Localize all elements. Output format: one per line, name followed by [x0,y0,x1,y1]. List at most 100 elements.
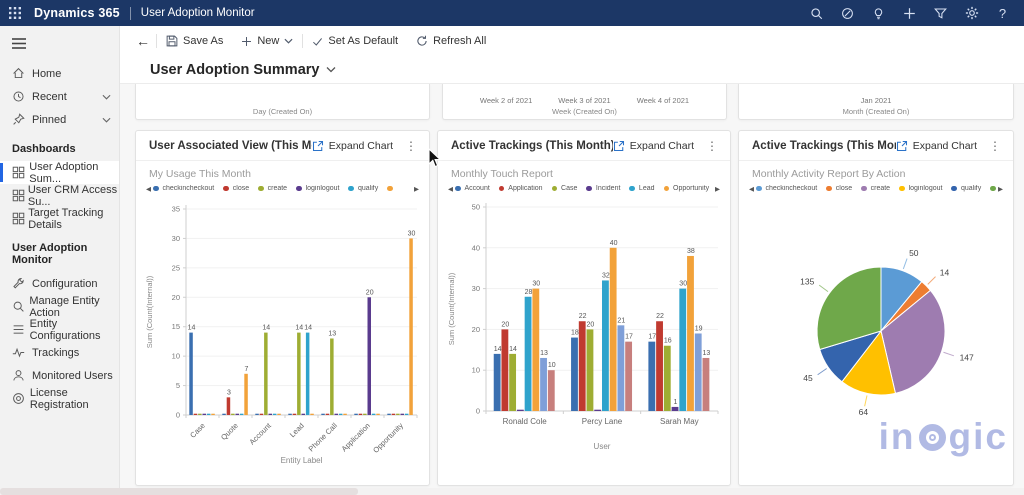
bar[interactable] [321,414,325,415]
bar[interactable] [207,414,211,415]
expand-chart-button[interactable]: Expand Chart [613,140,694,152]
legend-scroll-left-icon[interactable]: ◀ [747,185,756,193]
bar[interactable] [494,354,501,411]
bar[interactable] [672,407,679,411]
expand-chart-button[interactable]: Expand Chart [896,140,977,152]
filter-icon[interactable] [925,7,956,20]
bar[interactable] [260,414,264,415]
legend-scroll-left-icon[interactable]: ◀ [144,185,153,193]
bar[interactable] [203,414,207,415]
bar[interactable] [409,238,413,415]
bar[interactable] [255,414,258,415]
new-button[interactable]: New [232,26,302,56]
bar[interactable] [532,289,539,411]
bar[interactable] [401,414,405,415]
bar[interactable] [387,414,391,415]
bar[interactable] [679,289,686,411]
bar[interactable] [326,414,330,415]
chevron-down-icon[interactable] [102,91,111,103]
bar[interactable] [288,414,292,415]
save-as-button[interactable]: Save As [157,26,232,56]
bar[interactable] [571,338,578,411]
bar[interactable] [368,297,372,415]
bar[interactable] [302,414,306,415]
bar[interactable] [525,297,532,411]
sidebar-item-home[interactable]: Home [0,62,119,85]
legend-scroll-right-icon[interactable]: ▶ [412,185,421,193]
bar[interactable] [211,414,215,415]
waffle-icon[interactable] [0,7,30,19]
bar[interactable] [244,374,248,415]
app-brand[interactable]: Dynamics 365 [34,6,120,20]
bar[interactable] [339,414,343,415]
bar[interactable] [222,414,226,415]
bar[interactable] [656,321,663,411]
legend-item[interactable]: qualify [951,185,981,192]
sidebar-item-pinned[interactable]: Pinned [0,108,119,131]
bar[interactable] [231,414,235,415]
card-menu-icon[interactable]: ⋮ [401,139,421,153]
bar[interactable] [343,414,347,415]
bar[interactable] [240,414,244,415]
legend-item[interactable]: checkincheckout [756,185,817,192]
legend-item[interactable]: Case [552,185,578,192]
filter-chart-card[interactable]: Day (Created On) [135,84,430,120]
filter-chart-card[interactable]: Jan 2021Month (Created On) [738,84,1014,120]
bar[interactable] [509,354,516,411]
bar[interactable] [579,321,586,411]
lightbulb-icon[interactable] [863,7,894,20]
expand-chart-button[interactable]: Expand Chart [312,140,393,152]
bar[interactable] [687,256,694,411]
sidebar-item-monitored-users[interactable]: Monitored Users [0,364,119,387]
bar[interactable] [269,414,273,415]
card-menu-icon[interactable]: ⋮ [985,139,1005,153]
bar[interactable] [610,248,617,411]
bar[interactable] [310,414,314,415]
bar[interactable] [695,333,702,411]
guided-tour-icon[interactable] [832,7,863,20]
refresh-all-button[interactable]: Refresh All [407,26,495,56]
dashboard-selector-chevron-icon[interactable] [326,66,336,73]
back-button[interactable]: ← [130,33,156,49]
search-icon[interactable] [801,7,832,20]
bar[interactable] [227,397,231,415]
bar[interactable] [306,333,310,415]
bar[interactable] [330,338,334,415]
filter-chart-card[interactable]: Week 2 of 2021Week 3 of 2021Week 4 of 20… [442,84,727,120]
legend-item[interactable]: loginlogout [296,185,339,192]
bar[interactable] [189,333,193,415]
settings-gear-icon[interactable] [956,6,987,20]
legend-item[interactable]: Opportunity [664,185,710,192]
sidebar-item-entity-configurations[interactable]: Entity Configurations [0,318,119,341]
scrollbar-thumb[interactable] [0,488,358,495]
bar[interactable] [372,414,376,415]
sidebar-item-configuration[interactable]: Configuration [0,272,119,295]
card-menu-icon[interactable]: ⋮ [702,139,722,153]
sidebar-item-recent[interactable]: Recent [0,85,119,108]
legend-scroll-right-icon[interactable]: ▶ [996,185,1005,193]
bar[interactable] [194,414,198,415]
bar[interactable] [273,414,277,415]
legend-scroll-left-icon[interactable]: ◀ [446,185,455,193]
bar[interactable] [198,414,202,415]
bar[interactable] [594,410,601,411]
add-icon[interactable] [894,7,925,20]
horizontal-scrollbar[interactable] [0,488,1024,495]
bar[interactable] [236,414,240,415]
page-title[interactable]: User Adoption Summary [150,62,319,78]
legend-item[interactable]: Lead [629,185,654,192]
bar[interactable] [293,414,297,415]
legend-item[interactable]: create [258,185,287,192]
bar[interactable] [617,325,624,411]
sidebar-item-target-tracking-details[interactable]: Target Tracking Details [0,207,119,230]
bar[interactable] [396,414,400,415]
legend-item[interactable]: loginlogout [899,185,942,192]
bar[interactable] [405,414,409,415]
bar[interactable] [354,414,358,415]
set-as-default-button[interactable]: Set As Default [303,26,407,56]
legend-item[interactable]: Incident [586,185,620,192]
sidebar-item-license-registration[interactable]: License Registration [0,387,119,410]
bar[interactable] [392,414,396,415]
legend-item[interactable]: create [861,185,890,192]
bar[interactable] [517,410,524,411]
